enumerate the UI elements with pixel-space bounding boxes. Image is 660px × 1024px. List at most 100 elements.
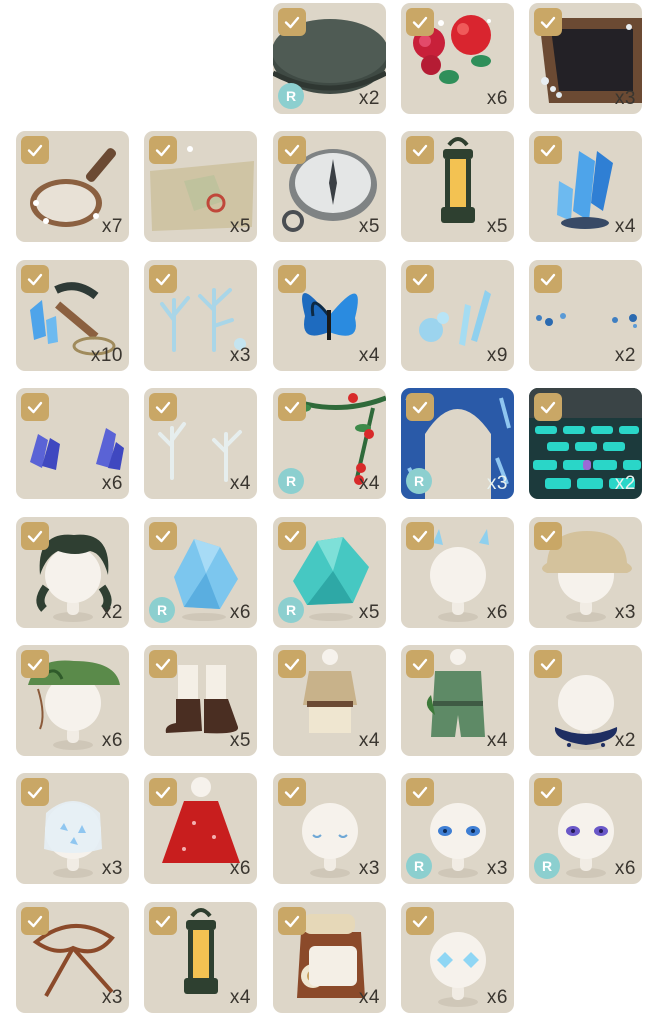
- checkmark-icon[interactable]: [534, 522, 562, 550]
- checkmark-icon[interactable]: [149, 650, 177, 678]
- item-tile[interactable]: x3: [16, 902, 129, 1013]
- item-count: x6: [101, 730, 123, 751]
- item-tile[interactable]: x6: [401, 517, 514, 628]
- item-tile[interactable]: x5: [401, 131, 514, 242]
- item-count: x3: [486, 858, 508, 879]
- checkmark-icon[interactable]: [149, 907, 177, 935]
- item-tile[interactable]: x4: [273, 902, 386, 1013]
- item-tile[interactable]: Rx5: [273, 517, 386, 628]
- checkmark-icon[interactable]: [278, 907, 306, 935]
- item-tile[interactable]: Rx6: [529, 773, 642, 884]
- item-tile[interactable]: [144, 3, 257, 114]
- item-tile[interactable]: x4: [144, 902, 257, 1013]
- item-count: x3: [358, 858, 380, 879]
- item-tile[interactable]: Rx4: [273, 388, 386, 499]
- item-tile[interactable]: x5: [144, 131, 257, 242]
- checkmark-icon[interactable]: [406, 8, 434, 36]
- item-count: x6: [229, 602, 251, 623]
- checkmark-icon[interactable]: [21, 522, 49, 550]
- checkmark-icon[interactable]: [149, 778, 177, 806]
- item-tile[interactable]: x3: [529, 517, 642, 628]
- checkmark-icon[interactable]: [534, 778, 562, 806]
- item-count: x3: [229, 345, 251, 366]
- checkmark-icon[interactable]: [278, 522, 306, 550]
- item-tile[interactable]: x2: [529, 260, 642, 371]
- item-count: x7: [101, 216, 123, 237]
- checkmark-icon[interactable]: [406, 907, 434, 935]
- checkmark-icon[interactable]: [149, 136, 177, 164]
- checkmark-icon[interactable]: [278, 8, 306, 36]
- item-tile[interactable]: Rx2: [273, 3, 386, 114]
- item-count: x5: [486, 216, 508, 237]
- item-count: x2: [101, 602, 123, 623]
- item-tile[interactable]: x4: [144, 388, 257, 499]
- checkmark-icon[interactable]: [534, 265, 562, 293]
- item-count: x3: [101, 987, 123, 1008]
- checkmark-icon[interactable]: [21, 650, 49, 678]
- checkmark-icon[interactable]: [21, 778, 49, 806]
- item-tile[interactable]: Rx3: [401, 773, 514, 884]
- checkmark-icon[interactable]: [21, 393, 49, 421]
- item-tile[interactable]: x4: [273, 645, 386, 756]
- rare-badge: R: [278, 83, 304, 109]
- checkmark-icon[interactable]: [278, 650, 306, 678]
- checkmark-icon[interactable]: [406, 522, 434, 550]
- checkmark-icon[interactable]: [406, 136, 434, 164]
- checkmark-icon[interactable]: [149, 393, 177, 421]
- item-count: x4: [358, 345, 380, 366]
- item-tile[interactable]: x3: [273, 773, 386, 884]
- item-count: x6: [614, 858, 636, 879]
- checkmark-icon[interactable]: [406, 265, 434, 293]
- item-tile[interactable]: x4: [529, 131, 642, 242]
- checkmark-icon[interactable]: [406, 650, 434, 678]
- checkmark-icon[interactable]: [21, 265, 49, 293]
- item-count: x9: [486, 345, 508, 366]
- checkmark-icon[interactable]: [534, 136, 562, 164]
- item-tile[interactable]: x4: [401, 645, 514, 756]
- checkmark-icon[interactable]: [534, 650, 562, 678]
- item-tile[interactable]: x5: [273, 131, 386, 242]
- rare-badge: R: [534, 853, 560, 879]
- checkmark-icon[interactable]: [149, 265, 177, 293]
- checkmark-icon[interactable]: [534, 393, 562, 421]
- item-count: x3: [486, 473, 508, 494]
- checkmark-icon[interactable]: [149, 522, 177, 550]
- item-count: x6: [229, 858, 251, 879]
- item-tile[interactable]: Rx3: [401, 388, 514, 499]
- item-tile[interactable]: x10: [16, 260, 129, 371]
- item-tile[interactable]: x2: [529, 388, 642, 499]
- checkmark-icon[interactable]: [21, 136, 49, 164]
- item-tile[interactable]: x3: [144, 260, 257, 371]
- rare-badge: R: [149, 597, 175, 623]
- item-count: x3: [614, 88, 636, 109]
- item-tile[interactable]: x9: [401, 260, 514, 371]
- item-tile[interactable]: x3: [529, 3, 642, 114]
- item-tile[interactable]: x2: [529, 645, 642, 756]
- item-tile[interactable]: [16, 3, 129, 114]
- item-count: x4: [358, 730, 380, 751]
- item-count: x2: [358, 88, 380, 109]
- checkmark-icon[interactable]: [278, 778, 306, 806]
- checkmark-icon[interactable]: [21, 907, 49, 935]
- item-tile[interactable]: x2: [16, 517, 129, 628]
- checkmark-icon[interactable]: [278, 265, 306, 293]
- checkmark-icon[interactable]: [278, 136, 306, 164]
- item-tile[interactable]: x6: [16, 645, 129, 756]
- item-tile[interactable]: x6: [144, 773, 257, 884]
- checkmark-icon[interactable]: [534, 8, 562, 36]
- item-tile[interactable]: x6: [16, 388, 129, 499]
- item-count: x10: [90, 345, 123, 366]
- checkmark-icon[interactable]: [406, 778, 434, 806]
- item-tile[interactable]: Rx6: [144, 517, 257, 628]
- item-count: x4: [358, 987, 380, 1008]
- item-tile[interactable]: x4: [273, 260, 386, 371]
- item-tile[interactable]: x7: [16, 131, 129, 242]
- checkmark-icon[interactable]: [278, 393, 306, 421]
- rare-badge: R: [406, 468, 432, 494]
- item-tile[interactable]: x3: [16, 773, 129, 884]
- item-tile[interactable]: x6: [401, 3, 514, 114]
- item-tile[interactable]: x6: [401, 902, 514, 1013]
- item-tile[interactable]: x5: [144, 645, 257, 756]
- item-count: x2: [614, 473, 636, 494]
- checkmark-icon[interactable]: [406, 393, 434, 421]
